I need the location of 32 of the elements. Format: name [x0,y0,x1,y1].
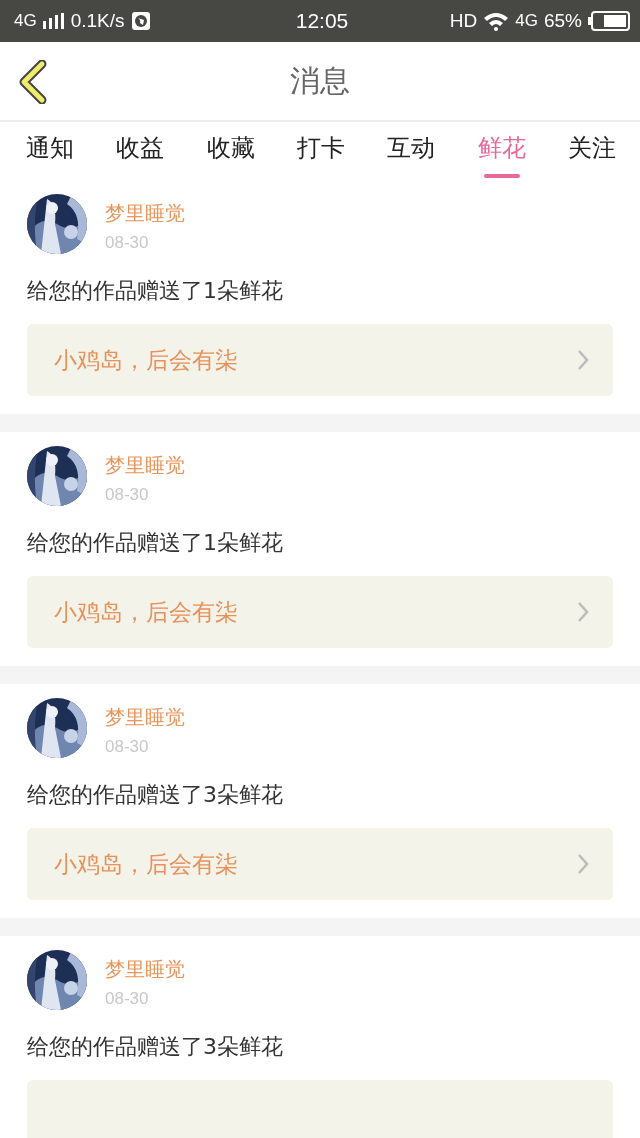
tab[interactable]: 收益 [104,122,177,180]
tab[interactable]: 互动 [375,122,448,180]
page-title: 消息 [290,61,350,100]
tab[interactable]: 收藏 [194,122,267,180]
user-name[interactable]: 梦里睡觉 [105,452,185,479]
work-link[interactable]: 小鸡岛，后会有柒 [27,324,613,396]
user-name[interactable]: 梦里睡觉 [105,704,185,731]
tab[interactable]: 打卡 [285,122,357,180]
message-text: 给您的作品赠送了3朵鲜花 [27,781,284,809]
battery-icon [588,11,630,31]
network-speed: 0.1K/s [70,10,125,32]
tab[interactable]: 鲜花 [465,122,538,180]
data-type: 4G [515,11,538,31]
user-name[interactable]: 梦里睡觉 [105,956,185,983]
work-link[interactable]: 小鸡岛，后会有柒 [27,828,613,900]
chevron-icon [577,601,589,623]
message-text: 给您的作品赠送了3朵鲜花 [27,1033,284,1061]
user-name[interactable]: 梦里睡觉 [105,200,185,227]
wifi-icon [483,11,510,31]
message-text: 给您的作品赠送了1朵鲜花 [27,277,284,305]
clock: 12:05 [295,9,349,33]
hd-label: HD [449,10,478,32]
signal-icon [42,13,65,29]
chevron-icon [577,853,589,875]
message-text: 给您的作品赠送了1朵鲜花 [27,529,284,557]
tab[interactable]: 关注 [555,122,628,180]
network-type: 4G [14,11,37,31]
work-link[interactable]: 小鸡岛，后会有柒 [27,576,613,648]
chevron-icon [577,349,589,371]
tab[interactable]: 通知 [14,122,86,180]
back-icon[interactable] [18,60,48,104]
battery-level: 65% [543,10,582,32]
